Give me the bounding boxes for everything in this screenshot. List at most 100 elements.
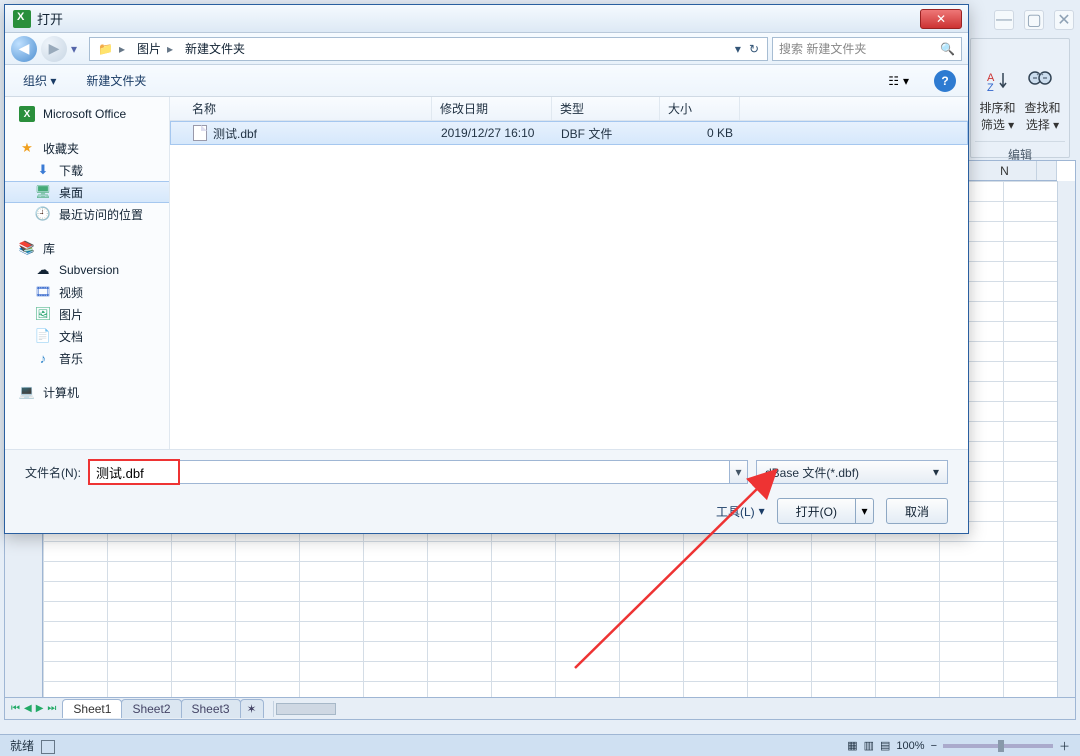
- open-button[interactable]: 打开(O): [777, 498, 856, 524]
- zoom-controls[interactable]: ▦ ▥ ▤ 100% − ＋: [847, 738, 1070, 754]
- filename-input[interactable]: [89, 460, 730, 484]
- navigation-pane: XMicrosoft Office ★收藏夹 ⬇下载 🖥桌面 🕘最近访问的位置 …: [5, 97, 170, 449]
- search-input[interactable]: 搜索 新建文件夹 🔍: [772, 37, 962, 61]
- ribbon-editing-group: AZ 排序和 查找和 筛选 ▾ 选择 ▾ 编辑: [970, 38, 1070, 158]
- sort-icon[interactable]: AZ: [986, 67, 1014, 95]
- nav-favorites[interactable]: ★收藏夹: [5, 137, 169, 159]
- document-icon: 📄: [35, 328, 51, 344]
- cancel-button[interactable]: 取消: [886, 498, 948, 524]
- file-name: 测试.dbf: [213, 125, 257, 142]
- nav-music[interactable]: ♪音乐: [5, 347, 169, 369]
- folder-icon: 📁: [98, 42, 113, 56]
- music-icon: ♪: [35, 350, 51, 366]
- nav-back-button[interactable]: ◀: [11, 36, 37, 62]
- picture-icon: 🖼: [35, 306, 51, 322]
- sheet-tab-3[interactable]: Sheet3: [181, 699, 241, 718]
- dialog-toolbar: 组织 ▾ 新建文件夹 ☷▾ ?: [5, 65, 968, 97]
- navigation-bar: ◀ ▶ ▾ 📁 ▸ 图片 ▸ 新建文件夹 ▾ ↻ 搜索 新建文件夹 🔍: [5, 33, 968, 65]
- nav-subversion[interactable]: ☁Subversion: [5, 259, 169, 281]
- file-list-header[interactable]: 名称 修改日期 类型 大小: [170, 97, 968, 121]
- nav-forward-button[interactable]: ▶: [41, 36, 67, 62]
- vertical-scrollbar[interactable]: [1057, 181, 1075, 697]
- file-date: 2019/12/27 16:10: [433, 126, 553, 140]
- chevron-right-icon[interactable]: ▸: [167, 42, 173, 56]
- dialog-close-button[interactable]: ✕: [920, 9, 962, 29]
- status-macro-icon[interactable]: [41, 740, 55, 754]
- sheet-tab-2[interactable]: Sheet2: [121, 699, 181, 718]
- filetype-select[interactable]: dBase 文件(*.dbf) ▾: [756, 460, 948, 484]
- open-split-button: 打开(O) ▾: [777, 498, 874, 524]
- filetype-value: dBase 文件(*.dbf): [765, 464, 859, 481]
- computer-icon: 💻: [19, 384, 35, 400]
- nav-computer[interactable]: 💻计算机: [5, 381, 169, 403]
- nav-history-dropdown[interactable]: ▾: [71, 42, 85, 56]
- nav-libraries[interactable]: 📚库: [5, 237, 169, 259]
- view-mode-button[interactable]: ☷▾: [881, 71, 916, 91]
- desktop-icon: 🖥: [35, 184, 51, 200]
- dialog-titlebar[interactable]: 打开 ✕: [5, 5, 968, 33]
- chevron-right-icon[interactable]: ▸: [119, 42, 125, 56]
- dialog-title: 打开: [37, 9, 920, 28]
- column-size[interactable]: 大小: [660, 97, 740, 120]
- nav-documents[interactable]: 📄文档: [5, 325, 169, 347]
- search-icon[interactable]: 🔍: [940, 42, 955, 56]
- chevron-down-icon: ▾: [759, 504, 765, 518]
- path-seg-2[interactable]: 新建文件夹: [185, 40, 245, 57]
- star-icon: ★: [19, 140, 35, 156]
- sheet-tab-1[interactable]: Sheet1: [62, 699, 122, 718]
- refresh-icon[interactable]: ↻: [749, 42, 759, 56]
- recent-icon: 🕘: [35, 206, 51, 222]
- column-type[interactable]: 类型: [552, 97, 660, 120]
- view-normal-icon[interactable]: ▦: [847, 739, 857, 752]
- open-dropdown[interactable]: ▾: [856, 498, 874, 524]
- filter-label[interactable]: 筛选 ▾: [981, 116, 1014, 133]
- status-text: 就绪: [10, 739, 34, 753]
- nav-recent[interactable]: 🕘最近访问的位置: [5, 203, 169, 225]
- organize-button[interactable]: 组织 ▾: [17, 70, 62, 91]
- sheet-nav-buttons[interactable]: ⏮◀▶⏭: [5, 703, 62, 714]
- column-date[interactable]: 修改日期: [432, 97, 552, 120]
- filename-label: 文件名(N):: [25, 464, 81, 481]
- find-label: 查找和: [1024, 99, 1060, 116]
- column-header-last[interactable]: [1037, 161, 1057, 180]
- new-folder-button[interactable]: 新建文件夹: [80, 70, 152, 91]
- filename-dropdown[interactable]: ▾: [730, 460, 748, 484]
- horizontal-scrollbar[interactable]: [273, 701, 1075, 717]
- minimize-icon[interactable]: —: [994, 10, 1014, 30]
- find-icon[interactable]: [1026, 67, 1054, 95]
- file-type: DBF 文件: [553, 125, 661, 142]
- video-icon: 🎞: [35, 284, 51, 300]
- zoom-out-icon[interactable]: −: [931, 740, 937, 752]
- view-layout-icon[interactable]: ▥: [864, 739, 874, 752]
- file-row[interactable]: 测试.dbf 2019/12/27 16:10 DBF 文件 0 KB: [170, 121, 968, 145]
- dialog-help-button[interactable]: ?: [934, 70, 956, 92]
- breadcrumb[interactable]: 📁 ▸ 图片 ▸ 新建文件夹 ▾ ↻: [89, 37, 768, 61]
- zoom-slider[interactable]: [943, 744, 1053, 748]
- select-label[interactable]: 选择 ▾: [1026, 116, 1059, 133]
- dialog-footer: 文件名(N): ▾ dBase 文件(*.dbf) ▾ 工具(L) ▾ 打开(O…: [5, 449, 968, 533]
- nav-downloads[interactable]: ⬇下载: [5, 159, 169, 181]
- column-name[interactable]: 名称: [184, 97, 432, 120]
- download-icon: ⬇: [35, 162, 51, 178]
- svg-text:Z: Z: [987, 82, 994, 93]
- file-list-pane: 名称 修改日期 类型 大小 测试.dbf 2019/12/27 16:10 DB…: [170, 97, 968, 449]
- close-icon[interactable]: ✕: [1054, 10, 1074, 30]
- file-icon: [193, 125, 207, 141]
- sort-label: 排序和: [979, 99, 1015, 116]
- chevron-down-icon: ▾: [903, 74, 909, 88]
- tools-button[interactable]: 工具(L) ▾: [716, 503, 765, 520]
- maximize-icon[interactable]: ▢: [1024, 10, 1044, 30]
- path-seg-1[interactable]: 图片: [137, 40, 161, 57]
- nav-videos[interactable]: 🎞视频: [5, 281, 169, 303]
- view-break-icon[interactable]: ▤: [880, 739, 890, 752]
- app-window-controls: — ▢ ✕: [994, 10, 1074, 30]
- nav-desktop[interactable]: 🖥桌面: [5, 181, 169, 203]
- sheet-tab-new-icon[interactable]: ✶: [240, 699, 264, 718]
- zoom-in-icon[interactable]: ＋: [1059, 738, 1070, 754]
- file-size: 0 KB: [661, 126, 741, 140]
- nav-pictures[interactable]: 🖼图片: [5, 303, 169, 325]
- column-header-n[interactable]: N: [973, 161, 1037, 180]
- path-dropdown-icon[interactable]: ▾: [735, 42, 741, 56]
- excel-icon: [13, 10, 31, 28]
- nav-ms-office[interactable]: XMicrosoft Office: [5, 103, 169, 125]
